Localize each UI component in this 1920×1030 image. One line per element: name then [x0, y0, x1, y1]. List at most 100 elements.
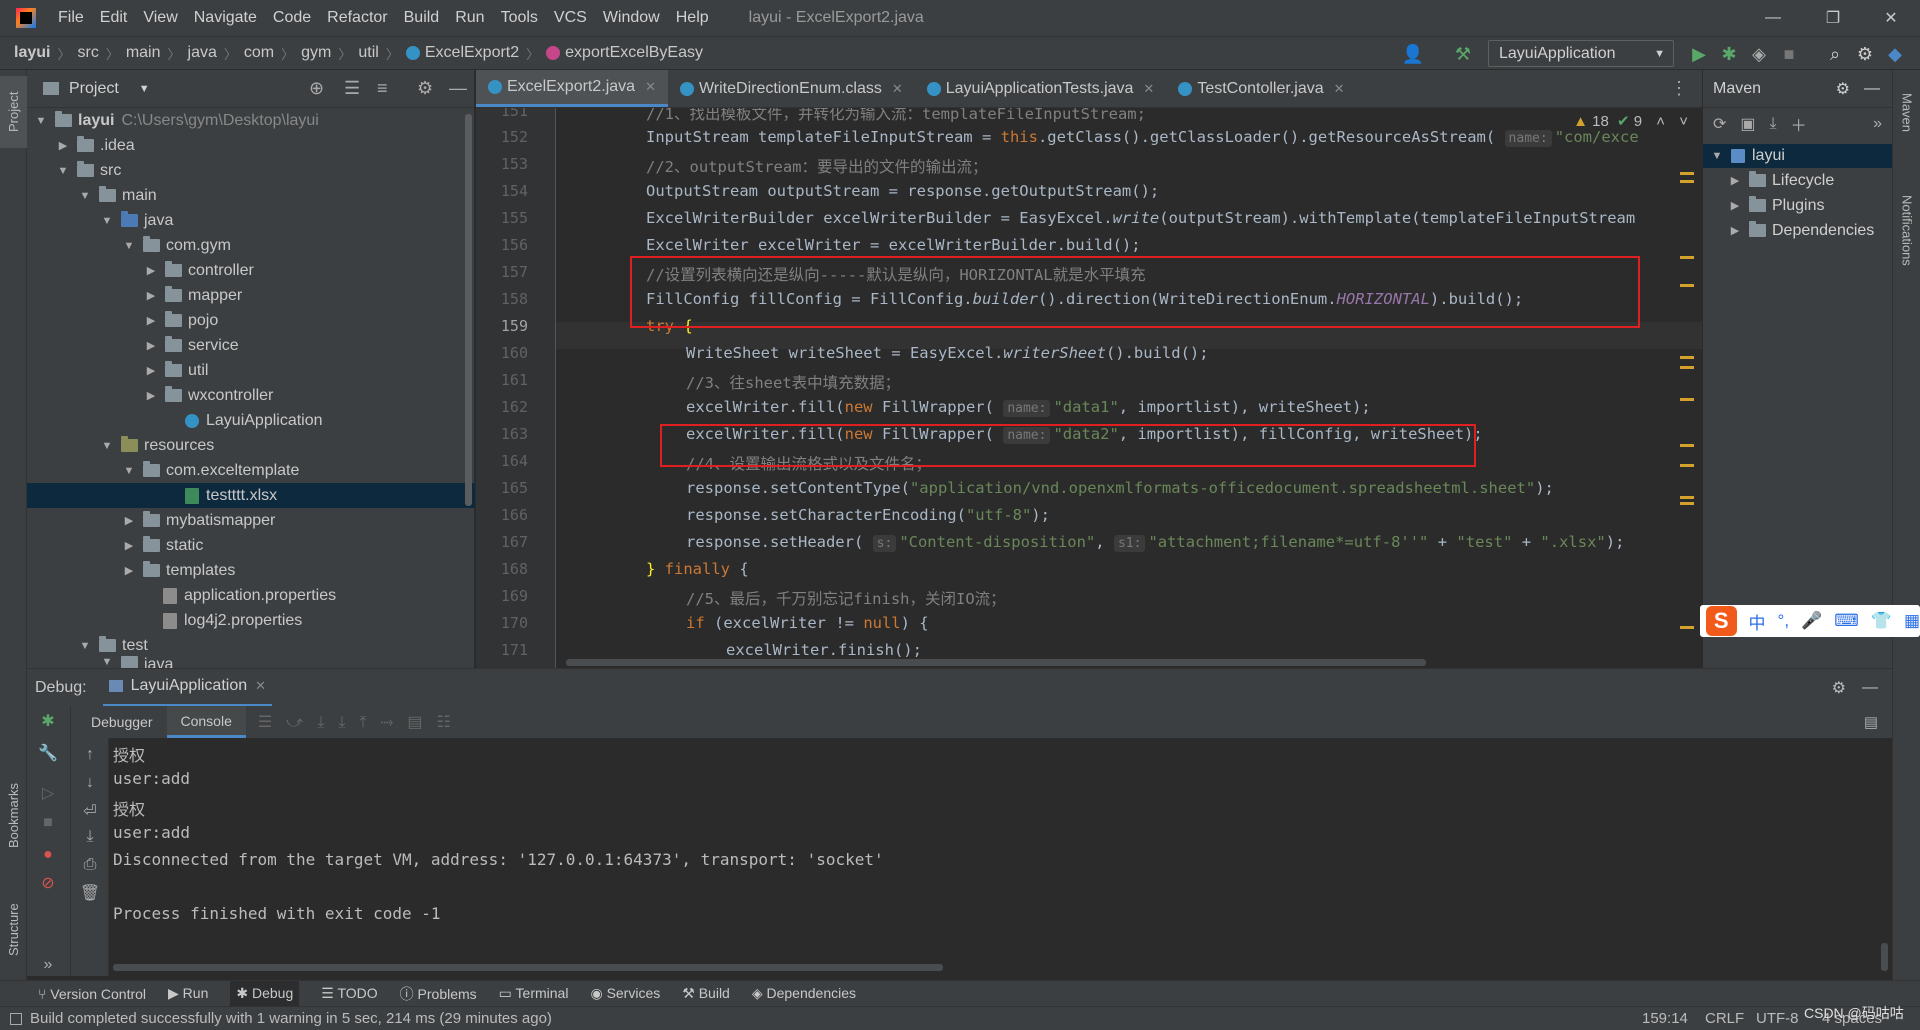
menu-refactor[interactable]: Refactor — [319, 9, 395, 27]
breadcrumb-item[interactable]: ExcelExport2 — [425, 44, 519, 62]
tab-debugger[interactable]: Debugger — [77, 706, 167, 738]
file-encoding[interactable]: UTF-8 — [1756, 1010, 1799, 1027]
tree-item-service[interactable]: ▶ service — [27, 333, 475, 358]
menu-help[interactable]: Help — [668, 9, 717, 27]
error-stripe-mark[interactable] — [1680, 356, 1694, 359]
tree-item-com-gym[interactable]: ▼ com.gym — [27, 233, 475, 258]
error-stripe-mark[interactable] — [1680, 496, 1694, 499]
error-stripe-mark[interactable] — [1680, 444, 1694, 447]
print-icon[interactable]: ⎙ — [79, 854, 101, 876]
tab-structure[interactable]: Structure — [0, 880, 27, 980]
close-icon[interactable]: ✕ — [1143, 81, 1154, 97]
tree-item-pojo[interactable]: ▶ pojo — [27, 308, 475, 333]
coverage-icon[interactable]: ◈ — [1746, 41, 1772, 67]
breadcrumb-item[interactable]: util — [358, 44, 378, 62]
rerun-debug-icon[interactable]: ✱ — [37, 710, 59, 732]
error-stripe-mark[interactable] — [1680, 172, 1694, 175]
inspection-widget[interactable]: ▲ 18 ✔ 9 ˄ ˅ — [1573, 112, 1688, 130]
close-icon[interactable]: ✕ — [892, 81, 903, 97]
build-hammer-icon[interactable]: ⚒ — [1450, 41, 1476, 67]
arrow-up-icon[interactable]: ↑ — [79, 744, 101, 766]
tree-item-util[interactable]: ▶ util — [27, 358, 475, 383]
tab-project[interactable]: Project — [0, 76, 27, 148]
console-vertical-scrollbar[interactable] — [1881, 943, 1888, 971]
menu-code[interactable]: Code — [265, 9, 319, 27]
caret-position[interactable]: 159:14 — [1642, 1010, 1688, 1027]
tree-item-test-java[interactable]: ▼ java — [27, 656, 475, 668]
plus-icon[interactable]: ＋ — [1791, 112, 1807, 136]
expand-all-icon[interactable]: ☰ — [344, 78, 360, 99]
error-stripe-mark[interactable] — [1680, 284, 1694, 287]
keyboard-icon[interactable]: ⌨ — [1834, 611, 1859, 631]
more-icon[interactable]: » — [1873, 115, 1882, 133]
debug-bug-icon[interactable]: ✱ — [1716, 41, 1742, 67]
breadcrumb-item[interactable]: java — [188, 44, 217, 62]
editor-horizontal-scrollbar[interactable] — [566, 659, 1426, 666]
more-icon[interactable]: » — [37, 954, 59, 976]
grid-icon[interactable]: ▦ — [1904, 611, 1920, 631]
tab-console[interactable]: Console — [166, 706, 246, 738]
menu-file[interactable]: File — [50, 9, 92, 27]
project-scrollbar[interactable] — [465, 114, 472, 506]
mute-breakpoints-icon[interactable]: ⊘ — [37, 872, 59, 894]
tab-notifications[interactable]: Notifications — [1895, 170, 1919, 290]
tree-item-log4j2-properties[interactable]: log4j2.properties — [27, 608, 475, 633]
tab-maven[interactable]: Maven — [1895, 78, 1919, 148]
breadcrumb-item[interactable]: exportExcelByEasy — [565, 44, 703, 62]
tab-testcontoller[interactable]: TestContoller.java ✕ — [1166, 70, 1356, 107]
wrench-icon[interactable]: 🔧 — [37, 742, 59, 764]
user-icon[interactable]: 👤 — [1400, 41, 1426, 67]
tree-item-java[interactable]: ▼ java — [27, 208, 475, 233]
tree-item-test[interactable]: ▼ test — [27, 633, 475, 658]
trash-icon[interactable]: 🗑 — [79, 882, 101, 904]
tree-item-layuiapplication[interactable]: LayuiApplication — [27, 408, 475, 433]
tree-item-application-properties[interactable]: application.properties — [27, 583, 475, 608]
chevron-up-icon[interactable]: ˄ — [1656, 113, 1665, 130]
maven-item-layui[interactable]: ▼ layui — [1703, 144, 1893, 168]
tab-problems[interactable]: ⓘ Problems — [400, 984, 477, 1004]
refresh-icon[interactable]: ⟳ — [1713, 114, 1726, 134]
maven-item-lifecycle[interactable]: ▶ Lifecycle — [1703, 168, 1893, 193]
view-breakpoints-icon[interactable]: ● — [37, 844, 59, 866]
tab-excelexport2[interactable]: ExcelExport2.java ✕ — [476, 70, 668, 107]
tab-debug[interactable]: ✱ Debug — [230, 981, 300, 1006]
chevron-down-icon[interactable]: ▼ — [139, 83, 150, 95]
tree-item-templates[interactable]: ▶ templates — [27, 558, 475, 583]
microphone-icon[interactable]: 🎤 — [1801, 611, 1822, 631]
tab-build[interactable]: ⚒ Build — [682, 985, 730, 1002]
locate-icon[interactable]: ⊕ — [309, 78, 324, 99]
hide-icon[interactable]: — — [1864, 80, 1880, 98]
breadcrumb-item[interactable]: gym — [301, 44, 331, 62]
run-icon[interactable]: ▶ — [1686, 41, 1712, 67]
download-icon[interactable]: ⤓ — [1770, 115, 1777, 133]
ime-language[interactable]: 中 — [1749, 609, 1766, 634]
error-stripe-mark[interactable] — [1680, 464, 1694, 467]
toolbox-icon[interactable]: ◆ — [1882, 41, 1908, 67]
close-icon[interactable]: ✕ — [1334, 81, 1345, 97]
tab-dependencies[interactable]: ◈ Dependencies — [752, 985, 856, 1002]
close-icon[interactable]: ✕ — [645, 79, 656, 95]
tab-services[interactable]: ◉ Services — [590, 985, 660, 1002]
menu-view[interactable]: View — [135, 9, 185, 27]
close-icon[interactable]: ✕ — [255, 678, 266, 694]
search-icon[interactable]: ⌕ — [1822, 41, 1848, 67]
tab-writedirectionenum[interactable]: WriteDirectionEnum.class ✕ — [668, 70, 915, 107]
run-config-select[interactable]: LayuiApplication ▼ — [1488, 40, 1674, 67]
project-panel-title[interactable]: Project — [69, 80, 119, 98]
soft-wrap-icon[interactable]: ⏎ — [79, 800, 101, 822]
error-stripe-mark[interactable] — [1680, 256, 1694, 259]
ime-toolbar[interactable]: S 中 °, 🎤 ⌨ 👕 ▦ — [1700, 605, 1920, 637]
error-stripe-mark[interactable] — [1680, 398, 1694, 401]
gear-icon[interactable]: ⚙ — [1836, 79, 1850, 99]
scroll-to-end-icon[interactable]: ⤓ — [79, 826, 101, 848]
arrow-down-icon[interactable]: ↓ — [79, 772, 101, 794]
tree-item-wxcontroller[interactable]: ▶ wxcontroller — [27, 383, 475, 408]
tree-item-controller[interactable]: ▶ controller — [27, 258, 475, 283]
tab-todo[interactable]: ☰ TODO — [321, 985, 377, 1002]
chevron-down-icon[interactable]: ˅ — [1679, 113, 1688, 130]
tab-run[interactable]: ▶ Run — [168, 985, 208, 1002]
layout-icon[interactable]: ▤ — [1864, 713, 1878, 731]
tree-item-src[interactable]: ▼ src — [27, 158, 475, 183]
error-stripe-mark[interactable] — [1680, 180, 1694, 183]
breadcrumb-item[interactable]: com — [244, 44, 274, 62]
